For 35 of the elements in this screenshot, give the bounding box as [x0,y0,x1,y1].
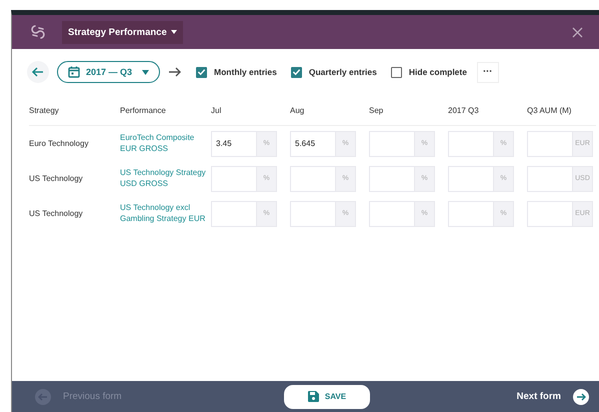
logo-icon [29,23,47,41]
column-header: Aug [290,104,306,117]
checkbox[interactable] [390,66,402,78]
close-icon[interactable] [572,26,583,38]
column-header: Q3 AUM (M) [527,104,572,117]
checkbox-label: Hide complete [408,67,467,77]
previous-period-icon[interactable] [27,61,49,83]
column-header: 2017 Q3 [448,104,480,116]
checkbox-label: Quarterly entries [308,67,377,77]
performance-link[interactable]: EuroTech Composite EUR GROSS [120,132,211,154]
checkbox-label: Monthly entries [214,67,277,77]
title-dropdown[interactable]: Strategy Performance [62,20,183,44]
column-header: Sep [369,104,384,117]
next-form-link[interactable]: Next form [516,391,561,402]
column-header: Jul [211,104,222,116]
caret-icon [142,70,150,74]
calendar-icon [68,66,80,78]
checkbox[interactable] [196,66,208,78]
next-period-icon[interactable] [168,66,182,78]
column-header: Performance [120,104,167,116]
caret-icon [170,30,177,34]
save-icon [308,391,319,402]
table-cell-text: US Technology [29,173,84,185]
period-selector[interactable]: 2017 — Q3 [57,61,160,83]
table-cell-text: US Technology [29,208,84,220]
input-field[interactable]: 3.45 [211,130,256,156]
next-icon[interactable] [573,388,589,404]
column-header: Strategy [29,104,60,117]
table-cell-text: Euro Technology [29,138,90,150]
performance-link[interactable]: US Technology Strategy USD GROSS [120,168,211,190]
checkbox[interactable] [290,66,302,78]
save-button[interactable]: SAVE [284,384,370,408]
previous-icon[interactable] [35,388,51,404]
input-field[interactable]: 5.645 [290,130,335,156]
performance-link[interactable]: US Technology excl Gambling Strategy EUR [120,202,211,224]
